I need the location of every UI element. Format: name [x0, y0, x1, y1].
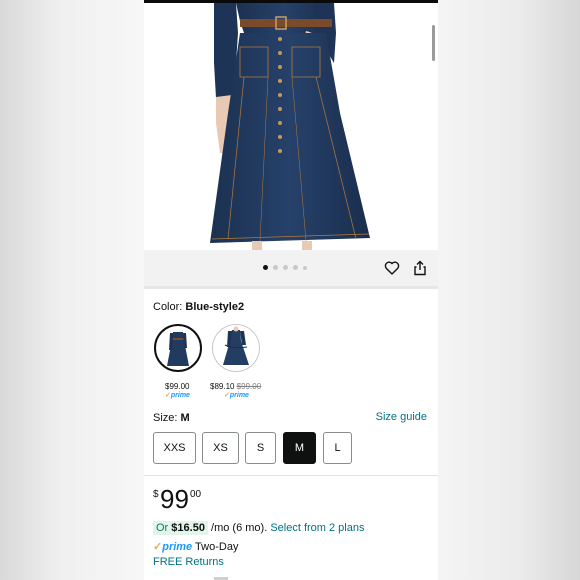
- size-guide-link[interactable]: Size guide: [376, 411, 427, 423]
- gallery-controls: [144, 250, 438, 286]
- financing-badge: Or $16.50: [153, 521, 208, 535]
- swatch-list-price: $99.00: [236, 382, 262, 391]
- color-label: Color:: [153, 301, 183, 313]
- free-returns-link[interactable]: FREE Returns: [153, 556, 224, 568]
- product-image[interactable]: [144, 3, 438, 250]
- pagination-dot[interactable]: [273, 265, 278, 270]
- prime-logo: prime: [162, 541, 193, 553]
- pagination-dot[interactable]: [263, 265, 268, 270]
- swatch-prime-badge: ✓prime: [224, 391, 249, 399]
- scrollbar[interactable]: [432, 25, 435, 61]
- price-fraction: 00: [190, 489, 202, 500]
- financing-row: Or $16.50 /mo (6 mo). Select from 2 plan…: [153, 521, 364, 535]
- pagination-dot[interactable]: [283, 265, 288, 270]
- pagination-dot[interactable]: [293, 265, 298, 270]
- size-option-l[interactable]: L: [323, 432, 352, 464]
- swatch-dress-image: [167, 332, 189, 366]
- gallery-pagination[interactable]: [263, 265, 307, 270]
- selected-size: M: [180, 412, 190, 424]
- size-label: Size:: [153, 412, 178, 424]
- swatch-sale-price: $89.10: [210, 382, 235, 391]
- color-swatch-blue-style2[interactable]: [154, 324, 202, 372]
- pagination-dot[interactable]: [303, 265, 307, 270]
- phone-screen: Color: Blue-style2 $99.00 ✓prime $89.10 …: [144, 0, 438, 580]
- financing-prefix: Or: [156, 522, 169, 534]
- heart-icon[interactable]: [384, 260, 400, 276]
- section-divider: [144, 286, 438, 289]
- price-whole: 99: [160, 484, 189, 514]
- color-label-row: Color: Blue-style2: [153, 301, 244, 313]
- prime-shipping-row: ✓prime Two-Day: [153, 540, 238, 553]
- color-swatch-blue-style1[interactable]: [212, 324, 260, 372]
- prime-label: prime: [170, 392, 190, 399]
- price-currency: $: [153, 489, 159, 500]
- prime-check-icon: ✓: [153, 541, 163, 553]
- section-divider: [144, 475, 438, 476]
- prime-label: prime: [229, 392, 249, 399]
- share-icon[interactable]: [412, 260, 428, 276]
- size-label-row: Size: M: [153, 412, 190, 424]
- swatch-price: $89.10 $99.00: [210, 382, 261, 391]
- shipping-speed: Two-Day: [195, 541, 239, 553]
- financing-plans-link[interactable]: Select from 2 plans: [270, 522, 364, 534]
- swatch-prime-badge: ✓prime: [165, 391, 190, 399]
- size-option-xs[interactable]: XS: [202, 432, 239, 464]
- swatch-dress-image: [223, 326, 249, 365]
- selected-color: Blue-style2: [185, 301, 245, 313]
- financing-term: /mo (6 mo).: [211, 522, 268, 534]
- financing-amount: $16.50: [171, 522, 205, 534]
- size-option-xxs[interactable]: XXS: [153, 432, 196, 464]
- size-option-m[interactable]: M: [283, 432, 316, 464]
- size-option-s[interactable]: S: [245, 432, 276, 464]
- swatch-price: $99.00: [165, 382, 190, 391]
- dress-illustration: [210, 3, 370, 250]
